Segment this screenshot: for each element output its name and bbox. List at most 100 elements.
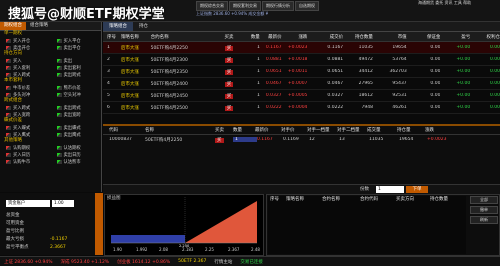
table-row[interactable]: 5 后市大涨 50ETF购4月2450 买 1 0.0327 +0.0005 0.0327 18… [103, 90, 500, 102]
side-badge: 买 [224, 105, 234, 111]
cell-margin: 0.00 [430, 81, 441, 86]
strategy-tabs: 期权组合 组合策略 [0, 22, 101, 31]
strategy-payoff-icon [6, 58, 11, 63]
strategy-item[interactable]: 卖出鹰式 [51, 132, 102, 138]
strategy-item[interactable]: 买入开仓 [0, 38, 51, 44]
cell-qty: 1 [256, 81, 260, 86]
cancel-button[interactable]: 撤单 [470, 206, 498, 214]
refresh-button[interactable]: 刷新 [470, 216, 498, 224]
main-tabs: 策略组合 持仓 [103, 22, 500, 32]
strategy-item-label: 卖出宽跨 [63, 112, 81, 118]
table-body: 1 后市大涨 50ETF购4月2250 买 1 0.1167 +0.0023 0.1167 11… [103, 42, 500, 114]
col-margin: 保证金 [426, 34, 441, 40]
leg-row[interactable]: 10000837 50ETF购4月2250 买 1 0.1167 0.1169 … [103, 135, 500, 144]
cell-right: 0.00 [489, 105, 500, 110]
strategy-item[interactable]: 认沽熊市 [51, 159, 102, 165]
strategy-item-label: 卖出鹰式 [63, 132, 81, 138]
strategy-item[interactable]: 卖出宽跨 [51, 112, 102, 118]
brand-menu[interactable]: 海通期货 委托 资讯 工具 帮助 [418, 0, 500, 8]
strategy-item[interactable]: 买入套利 [0, 65, 51, 71]
strategy-item-label: 卖出平仓 [63, 45, 81, 51]
table-row[interactable]: 6 后市大涨 50ETF购4月2500 买 1 0.0222 +0.0004 0.0222 79… [103, 102, 500, 114]
strategy-item[interactable]: 卖出蝶式 [51, 125, 102, 131]
strategy-item[interactable]: 牛市价差 [0, 85, 51, 91]
strategy-item[interactable]: 卖出 [51, 58, 102, 64]
cell-last: 0.0467 [265, 81, 282, 86]
strategy-item-label: 卖出跨式 [63, 72, 81, 78]
order-button[interactable]: 下单 [406, 186, 428, 193]
strategy-item[interactable]: 熊市价差 [51, 85, 102, 91]
side-badge: 买 [224, 69, 234, 75]
strategy-item[interactable]: 买入宽跨 [0, 112, 51, 118]
cell-strategy: 后市大涨 [120, 69, 139, 75]
strategy-row: 买入跨式 卖出跨式 [0, 71, 101, 78]
strategy-item[interactable]: 卖出套利 [51, 65, 102, 71]
panel-splitter[interactable] [95, 193, 103, 255]
strategy-item-label: 卖出开仓 [13, 45, 31, 51]
tab-combined-trading[interactable]: 期权综合交易 [196, 1, 228, 11]
table-row[interactable]: 1 后市大涨 50ETF购4月2250 买 1 0.1167 +0.0023 0.1167 11… [103, 42, 500, 54]
qty-input[interactable]: 1 [376, 186, 404, 193]
cell-mv: 362703 [389, 69, 407, 74]
tab-arbitrage-trading[interactable]: 期权套利交易 [229, 1, 261, 11]
all-button[interactable]: 全部 [470, 196, 498, 204]
strategy-item[interactable]: 多头对冲 [0, 92, 51, 98]
tab-watchlist[interactable]: 自选期权 [295, 1, 319, 11]
strategy-item[interactable]: 买入日历 [0, 152, 51, 158]
tab-quote-analysis[interactable]: 期权行情分析 [262, 1, 294, 11]
strategy-item[interactable]: 空头对冲 [51, 92, 102, 98]
strategy-item[interactable]: 卖出跨式 [51, 72, 102, 78]
strategy-item[interactable]: 买入蝶式 [0, 125, 51, 131]
col-opp2: 对手二档量 [337, 128, 360, 133]
account-select[interactable]: 资金账户 [6, 200, 50, 207]
tab-option-combo[interactable]: 期权组合 [0, 22, 26, 30]
table-row[interactable]: 4 后市大涨 50ETF购4月2400 买 1 0.0467 +0.0007 0.0467 27… [103, 78, 500, 90]
leg-change: +0.0023 [427, 137, 447, 142]
ratio-select[interactable]: 1.00 [52, 200, 74, 207]
cell-strategy: 后市大涨 [120, 105, 139, 111]
cell-no: 3 [107, 69, 110, 74]
strategy-item[interactable]: 买入平仓 [51, 38, 102, 44]
cell-mv: 92531 [392, 93, 407, 98]
cell-hold: 49472 [358, 57, 373, 62]
leg-qty-input[interactable]: 1 [233, 137, 257, 142]
strategy-item[interactable]: 卖出开仓 [0, 45, 51, 51]
col-last: 最新价 [268, 34, 282, 40]
col-direction: 买卖方向 [396, 197, 414, 202]
tab-strategy-combo[interactable]: 策略组合 [103, 22, 133, 31]
strategy-item[interactable]: 买入 [0, 58, 51, 64]
strategy-item[interactable]: 认购期权 [0, 145, 51, 151]
strategy-item[interactable]: 卖出日历 [51, 152, 102, 158]
strategy-list: 单一期权 买入开仓 买入平仓 卖出开仓 卖出平仓 持仓方向 买入 卖出 买入套利 卖出套利 买入跨式… [0, 31, 101, 165]
strategy-item[interactable]: 认沽期权 [51, 145, 102, 151]
strategy-item-label: 买入鹰式 [13, 132, 31, 138]
table-row[interactable]: 3 后市大涨 50ETF购4月2350 买 1 0.0651 +0.0011 0.0651 34… [103, 66, 500, 78]
strategy-item[interactable]: 卖出平仓 [51, 45, 102, 51]
strategy-item-label: 卖出跨式 [63, 105, 81, 111]
col-last: 最新价 [255, 128, 269, 133]
strategy-item[interactable]: 卖出跨式 [51, 105, 102, 111]
strategy-row: 买入跨式 卖出跨式 [0, 104, 101, 111]
leg-code: 10000837 [109, 137, 132, 142]
cell-side: 买 [222, 57, 236, 63]
strategy-item[interactable]: 买入跨式 [0, 105, 51, 111]
strategy-payoff-icon [56, 152, 62, 157]
cell-price: 0.0881 [327, 57, 344, 62]
tab-positions[interactable]: 持仓 [133, 22, 154, 31]
cell-margin: 0.00 [430, 105, 441, 110]
strategy-item[interactable]: 认购牛市 [0, 159, 51, 165]
account-line-label: 最大亏损 [6, 237, 24, 242]
cell-contract: 50ETF购4月2500 [150, 105, 188, 111]
strategy-item[interactable]: 买入跨式 [0, 72, 51, 78]
strategy-item[interactable]: 买入鹰式 [0, 132, 51, 138]
payoff-svg: 1.90 1.992 2.08 2.183 2.25 2.367 2.482.250 [111, 197, 260, 252]
table-row[interactable]: 2 后市大涨 50ETF购4月2300 买 1 0.0881 +0.0018 0.0881 49… [103, 54, 500, 66]
strategy-payoff-icon [6, 112, 11, 117]
leg-side-badge[interactable]: 买 [215, 137, 224, 143]
strategy-item-label: 卖出套利 [63, 65, 81, 71]
tab-combo-strategy[interactable]: 组合策略 [26, 22, 52, 30]
cell-margin: 0.00 [430, 45, 441, 50]
strategy-row: 买入蝶式 卖出蝶式 [0, 124, 101, 131]
strategy-payoff-icon [56, 85, 62, 90]
cell-side: 买 [222, 105, 236, 111]
